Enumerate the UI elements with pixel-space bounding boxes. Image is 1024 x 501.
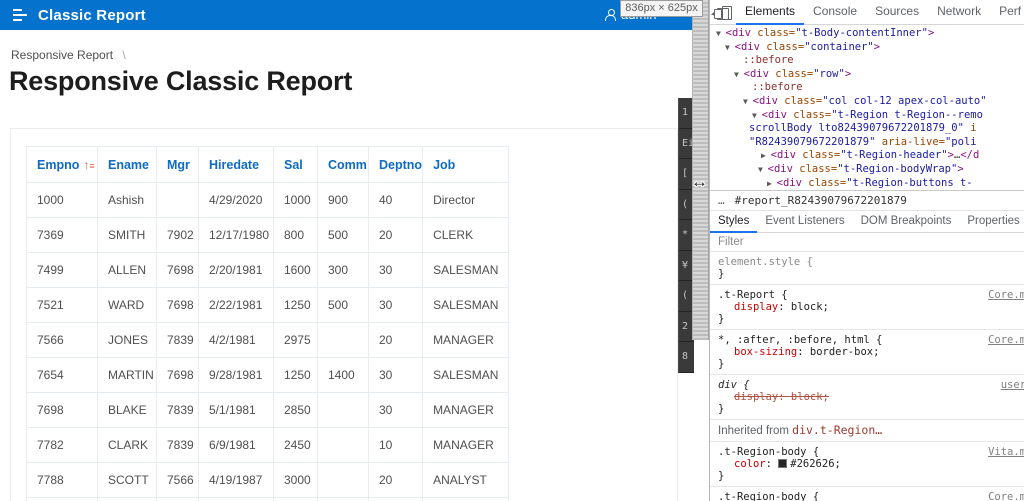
column-header-empno[interactable]: Empno ↑≡ — [26, 146, 98, 183]
styles-tab-event-listeners[interactable]: Event Listeners — [757, 211, 852, 233]
page-title: Responsive Classic Report — [9, 66, 353, 96]
devtools-tab-sources[interactable]: Sources — [866, 0, 928, 25]
breadcrumb[interactable]: Responsive Report \ — [11, 48, 126, 62]
breadcrumb-separator: \ — [122, 48, 126, 62]
resize-cursor-icon: ↔ — [691, 172, 708, 191]
viewport-size-tooltip: 836px × 625px — [620, 0, 703, 17]
table-row: 7788 SCOTT 7566 4/19/1987 3000 20 ANALYST — [26, 462, 510, 498]
stylesheet-link[interactable]: Core.m — [988, 491, 1024, 501]
table-header-row: Empno ↑≡ Ename Mgr Hiredate Sal Comm Deptno Job — [26, 146, 510, 183]
dom-tree-line[interactable]: ▼ <div class="t-Region t-Region--remo — [710, 109, 1024, 123]
inherited-from-label: Inherited from div.t-Region… — [710, 420, 1024, 442]
dom-tree-line[interactable]: ::before — [710, 54, 1024, 68]
color-swatch[interactable] — [778, 459, 788, 468]
dom-tree-line[interactable]: ▶ <div class="t-Region-header">…</d — [710, 149, 1024, 163]
css-rule[interactable]: Core.m.t-Region-body {font-size: 1.4rem;… — [710, 487, 1024, 501]
stylesheet-link[interactable]: Vita.m — [988, 446, 1024, 458]
devtools-resize-divider[interactable] — [692, 0, 709, 340]
dom-tree-line[interactable]: ▶ <div class="t-Region-buttons t- — [710, 177, 1024, 190]
styles-tab-styles[interactable]: Styles — [710, 211, 757, 233]
css-rules-list: element.style {} Core.m .t-Report {display… — [710, 252, 1024, 501]
screenshot-root: Classic Report admin ▾ 836px × 625px Res… — [0, 0, 1024, 501]
table-row: 1000 Ashish 4/29/2020 1000 900 40 Director — [26, 182, 510, 218]
table-row: 7521 WARD 7698 2/22/1981 1250 500 30 SALESMAN — [26, 287, 510, 323]
devtools-tab-network[interactable]: Network — [928, 0, 990, 25]
breadcrumb-item[interactable]: Responsive Report — [11, 48, 113, 62]
css-rule[interactable]: Core.m *, :after, :before, html {box-sizi… — [710, 330, 1024, 375]
table-row: 7566 JONES 7839 4/2/1981 2975 20 MANAGER — [26, 322, 510, 358]
css-rule[interactable]: element.style {} — [710, 252, 1024, 285]
css-rule[interactable]: Vita.m .t-Region-body {color: #262626;} — [710, 442, 1024, 487]
column-header-comm[interactable]: Comm — [317, 146, 369, 183]
styles-filter-input[interactable]: Filter — [710, 233, 1024, 252]
devtools-panel: Elements Console Sources Network Perf ▼ <div… — [709, 0, 1024, 501]
column-header-deptno[interactable]: Deptno — [367, 146, 424, 183]
dom-tree-line[interactable]: ▼ <div class="row"> — [710, 68, 1024, 82]
selected-element-bar: … #report_R82439079672201879 — [710, 191, 1024, 211]
table-row: 7369 SMITH 7902 12/17/1980 800 500 20 CLERK — [26, 217, 510, 253]
app-header: Classic Report admin ▾ — [0, 0, 692, 30]
stylesheet-link[interactable]: user — [1001, 379, 1024, 391]
column-header-hiredate[interactable]: Hiredate — [198, 146, 274, 183]
stylesheet-link[interactable]: Core.m — [988, 334, 1024, 346]
styles-tabs: Styles Event Listeners DOM Breakpoints Prop… — [710, 211, 1024, 233]
dom-tree-line[interactable]: ▼ <div class="col col-12 apex-col-auto" — [710, 95, 1024, 109]
styles-tab-dom-breakpoints[interactable]: DOM Breakpoints — [853, 211, 960, 233]
person-icon — [605, 8, 617, 21]
table-row: 7499 ALLEN 7698 2/20/1981 1600 300 30 SALESMAN — [26, 252, 510, 288]
sort-asc-icon: ↑≡ — [83, 157, 94, 172]
dom-tree-line[interactable]: ▼ <div class="container"> — [710, 41, 1024, 55]
dom-tree: ▼ <div class="t-Body-contentInner"> ▼ <di… — [710, 26, 1024, 190]
column-header-sal[interactable]: Sal — [273, 146, 318, 183]
selected-element-selector: #report_R82439079672201879 — [734, 194, 907, 207]
table-row: 7654 MARTIN 7698 9/28/1981 1250 1400 30 SALESMA… — [26, 357, 510, 393]
dom-tree-line[interactable]: ::before — [710, 81, 1024, 95]
dom-tree-line[interactable]: ▼ <div class="t-Body-contentInner"> — [710, 27, 1024, 41]
column-header-ename[interactable]: Ename — [97, 146, 157, 183]
dom-tree-line[interactable]: ▼ <div class="t-Region-bodyWrap"> — [710, 163, 1024, 177]
column-header-job[interactable]: Job — [422, 146, 510, 183]
column-header-mgr[interactable]: Mgr — [156, 146, 199, 183]
dom-tree-line[interactable]: "R82439079672201879" aria-live="poli — [710, 136, 1024, 150]
app-title: Classic Report — [38, 6, 146, 24]
stylesheet-link[interactable]: Core.m — [988, 289, 1024, 301]
styles-tab-properties[interactable]: Properties — [959, 211, 1024, 233]
devtools-tab-perf[interactable]: Perf — [990, 0, 1024, 25]
devtools-tab-console[interactable]: Console — [804, 0, 866, 25]
table-row: 7698 BLAKE 7839 5/1/1981 2850 30 MANAGER — [26, 392, 510, 428]
css-rule[interactable]: Core.m .t-Report {display: block;} — [710, 285, 1024, 330]
styles-sidebar: … #report_R82439079672201879 Styles Event… — [710, 190, 1024, 501]
menu-icon[interactable] — [13, 9, 27, 21]
apex-app-window: Classic Report admin ▾ 836px × 625px Res… — [0, 0, 703, 501]
devtools-tabs: Elements Console Sources Network Perf — [736, 0, 1024, 25]
dom-tree-line[interactable]: scrollBody lto82439079672201879_0" i — [710, 122, 1024, 136]
report-region: Empno ↑≡ Ename Mgr Hiredate Sal Comm Deptno Job … — [10, 128, 678, 501]
css-rule[interactable]: user div {display: block;} — [710, 375, 1024, 420]
overflow-menu-icon[interactable]: … — [718, 194, 726, 207]
classic-report-table: Empno ↑≡ Ename Mgr Hiredate Sal Comm Deptno Job … — [26, 146, 510, 501]
table-row: 7782 CLARK 7839 6/9/1981 2450 10 MANAGER — [26, 427, 510, 463]
devtools-toolbar: Elements Console Sources Network Perf — [710, 0, 1024, 25]
devtools-tab-elements[interactable]: Elements — [736, 0, 804, 25]
table-row-partial — [26, 497, 510, 501]
